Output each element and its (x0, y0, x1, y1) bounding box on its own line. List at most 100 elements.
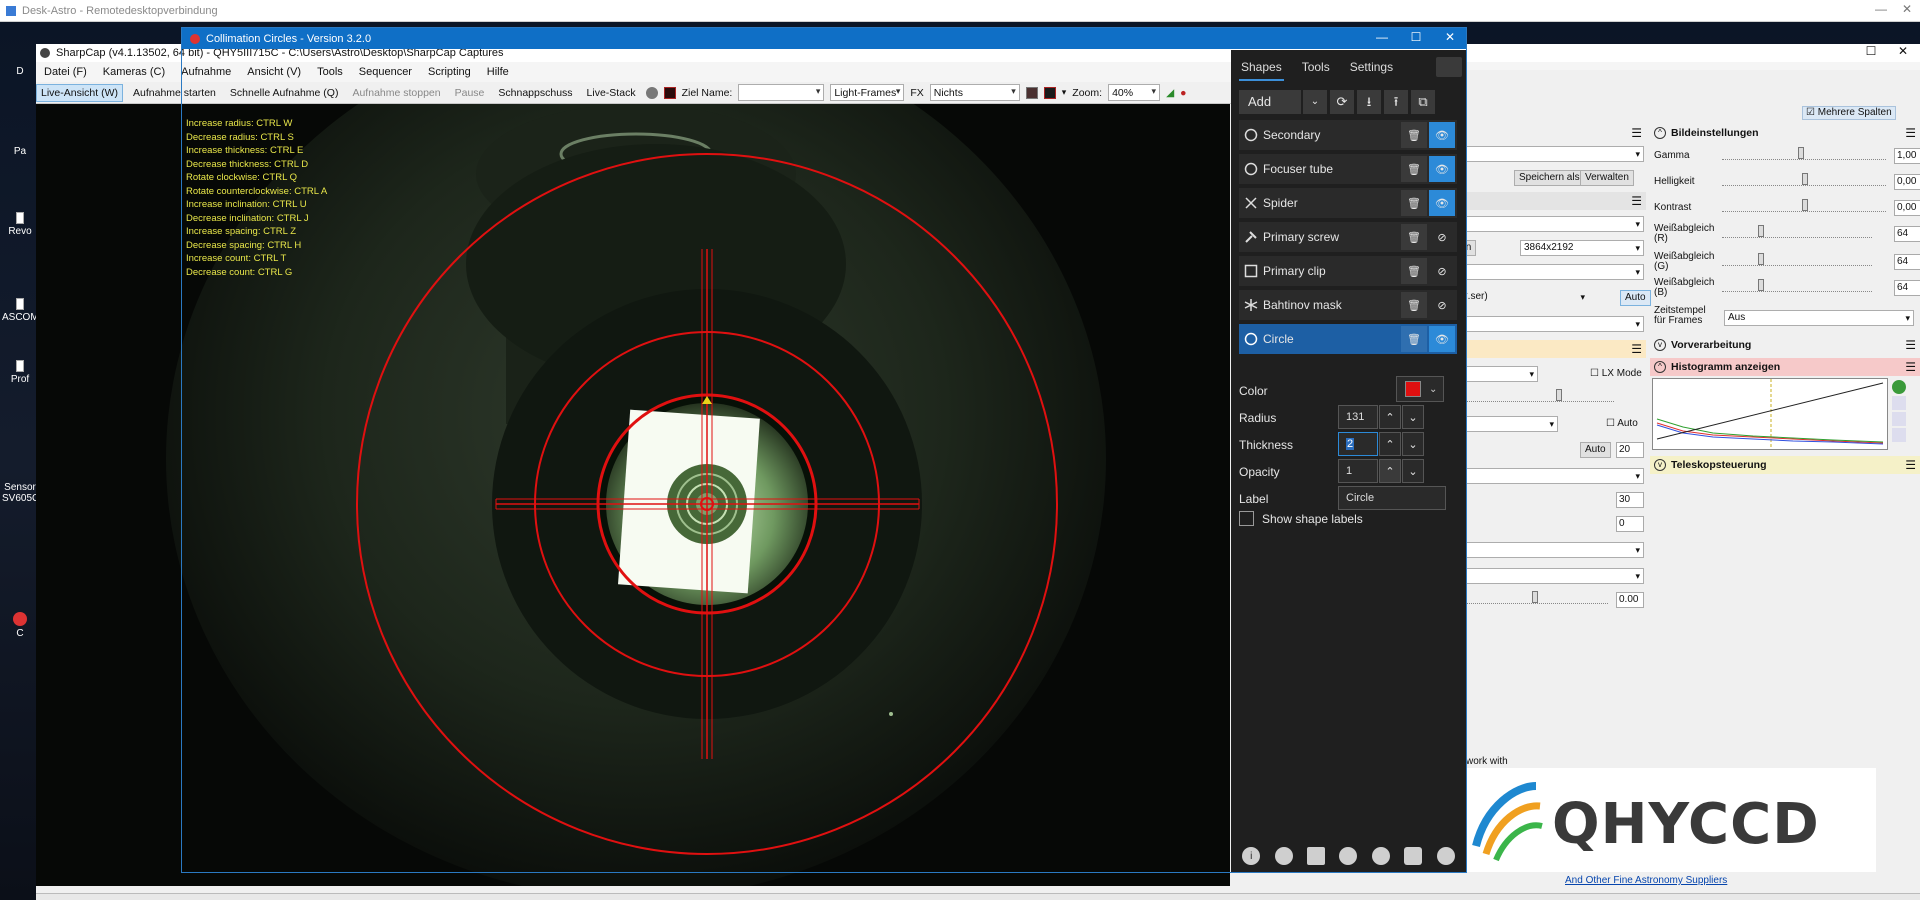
delete-icon[interactable]: 🗑 (1401, 156, 1427, 182)
preprocessing-header[interactable]: v Vorverarbeitung ☰ (1650, 336, 1920, 354)
chevron-down-icon[interactable]: ⌄ (1402, 405, 1424, 429)
eye-icon[interactable]: 👁 (1429, 156, 1455, 182)
gamma-slider[interactable] (1722, 147, 1886, 160)
desktop-icon-sensor[interactable]: Sensor SV605C (2, 482, 39, 504)
eye-off-icon[interactable]: ⊘ (1429, 292, 1455, 318)
shape-row-secondary[interactable]: Secondary 🗑 👁 (1239, 120, 1457, 150)
delete-icon[interactable]: 🗑 (1401, 292, 1427, 318)
desktop-icon-revo[interactable]: Revo (2, 212, 38, 237)
panel-toggle-button[interactable] (1436, 57, 1462, 77)
histogram-power-icon[interactable] (1892, 380, 1906, 394)
live-view-button[interactable]: Live-Ansicht (W) (36, 83, 124, 102)
collimation-maximize-button[interactable]: ☐ (1401, 30, 1431, 47)
add-shape-dropdown-icon[interactable]: ⌄ (1303, 90, 1327, 114)
chevron-down-icon[interactable]: ⌄ (1402, 432, 1424, 456)
copy-icon[interactable]: ⧉ (1411, 90, 1435, 114)
multi-columns-toggle[interactable]: ☑ Mehrere Spalten (1802, 106, 1896, 120)
histogram-save-icon[interactable] (1892, 428, 1906, 442)
menu-datei[interactable]: Datei (F) (36, 66, 95, 78)
eye-off-icon[interactable]: ⊘ (1429, 258, 1455, 284)
tab-shapes[interactable]: Shapes (1231, 50, 1292, 82)
histogram-header[interactable]: ^ Histogramm anzeigen ☰ (1650, 358, 1920, 376)
delete-icon[interactable]: 🗑 (1401, 326, 1427, 352)
chevron-up-icon[interactable]: ⌃ (1379, 432, 1401, 456)
eye-off-icon[interactable]: ⊘ (1429, 224, 1455, 250)
refresh-icon[interactable]: ⟳ (1330, 90, 1354, 114)
lx-mode-checkbox[interactable]: ☐ LX Mode (1590, 368, 1642, 379)
save-as-button[interactable]: Speichern als (1514, 170, 1585, 186)
image-settings-header[interactable]: ^ Bildeinstellungen ☰ (1650, 124, 1920, 142)
delete-icon[interactable]: 🗑 (1401, 258, 1427, 284)
rdp-minimize-button[interactable]: — (1868, 2, 1894, 18)
chevron-up-icon[interactable]: ⌃ (1379, 459, 1401, 483)
rdp-close-button[interactable]: ✕ (1894, 2, 1920, 18)
mail-icon[interactable] (1307, 847, 1326, 865)
timestamp-dropdown[interactable]: Aus (1724, 310, 1914, 326)
add-shape-button[interactable]: Add (1239, 90, 1301, 114)
contrast-value[interactable]: 0,00 (1894, 200, 1920, 216)
upload-icon[interactable]: ⭱ (1384, 90, 1408, 114)
shape-row-spider[interactable]: Spider 🗑 👁 (1239, 188, 1457, 218)
delete-icon[interactable]: 🗑 (1401, 190, 1427, 216)
thickness-input[interactable]: 2 (1338, 432, 1378, 456)
bug-icon[interactable] (1436, 847, 1455, 865)
desktop-icon-ascom[interactable]: ASCOM (2, 298, 39, 323)
palette-icon[interactable] (1274, 847, 1293, 865)
manage-button[interactable]: Verwalten (1580, 170, 1634, 186)
tab-settings[interactable]: Settings (1340, 50, 1403, 82)
eye-icon[interactable]: 👁 (1429, 122, 1455, 148)
wb-red-value[interactable]: 64 (1894, 226, 1920, 242)
histogram-chart[interactable] (1652, 378, 1888, 450)
auto-gain-button[interactable]: Auto (1580, 442, 1611, 458)
gamma-value[interactable]: 1,00 (1894, 148, 1920, 164)
telescope-header[interactable]: v Teleskopsteuerung ☰ (1650, 456, 1920, 474)
shape-row-circle[interactable]: Circle 🗑 👁 (1239, 324, 1457, 354)
desktop-icon-prof[interactable]: Prof (2, 360, 38, 385)
github-icon[interactable] (1339, 847, 1358, 865)
opacity-input[interactable]: 1 (1338, 459, 1378, 483)
temp-value[interactable]: 0 (1616, 516, 1644, 532)
gain-value[interactable]: 20 (1616, 442, 1644, 458)
shape-row-bahtinov-mask[interactable]: Bahtinov mask 🗑 ⊘ (1239, 290, 1457, 320)
histogram-reset-icon[interactable] (1892, 412, 1906, 426)
brightness-slider[interactable] (1722, 173, 1886, 186)
show-labels-row[interactable]: Show shape labels (1239, 511, 1363, 526)
wb-blue-value[interactable]: 64 (1894, 280, 1920, 296)
wb-red-slider[interactable] (1722, 225, 1872, 238)
download-icon[interactable]: ⭳ (1357, 90, 1381, 114)
resolution-dropdown[interactable]: 3864x2192 (1520, 240, 1644, 256)
sharpcap-maximize-button[interactable]: ☐ (1856, 44, 1886, 61)
contrast-slider[interactable] (1722, 199, 1886, 212)
wb-green-value[interactable]: 64 (1894, 254, 1920, 270)
collimation-minimize-button[interactable]: — (1367, 30, 1397, 47)
delete-icon[interactable]: 🗑 (1401, 224, 1427, 250)
delete-icon[interactable]: 🗑 (1401, 122, 1427, 148)
wb-blue-slider[interactable] (1722, 279, 1872, 292)
bottom-value[interactable]: 0.00 (1616, 592, 1644, 608)
youtube-icon[interactable] (1404, 847, 1423, 865)
sharpcap-close-button[interactable]: ✕ (1888, 44, 1918, 61)
histogram-stretch-icon[interactable] (1892, 396, 1906, 410)
eye-icon[interactable]: 👁 (1429, 190, 1455, 216)
chevron-up-icon[interactable]: ⌃ (1379, 405, 1401, 429)
desktop-icon-c[interactable]: C (2, 612, 38, 639)
color-picker[interactable]: ⌄ (1396, 376, 1444, 402)
info-icon[interactable]: i (1242, 847, 1261, 865)
radius-input[interactable]: 131 (1338, 405, 1378, 429)
wb-green-slider[interactable] (1722, 253, 1872, 266)
show-labels-checkbox[interactable] (1239, 511, 1254, 526)
twitter-icon[interactable] (1371, 847, 1390, 865)
shape-row-primary-screw[interactable]: Primary screw 🗑 ⊘ (1239, 222, 1457, 252)
tab-tools[interactable]: Tools (1292, 50, 1340, 82)
auto-button[interactable]: Auto (1620, 290, 1651, 306)
shape-row-primary-clip[interactable]: Primary clip 🗑 ⊘ (1239, 256, 1457, 286)
eye-icon[interactable]: 👁 (1429, 326, 1455, 352)
brightness-value[interactable]: 0,00 (1894, 174, 1920, 190)
desktop-icon-pa[interactable]: Pa (2, 146, 38, 157)
desktop-icon-d[interactable]: D (2, 66, 38, 77)
offset-value[interactable]: 30 (1616, 492, 1644, 508)
label-input[interactable]: Circle (1338, 486, 1446, 510)
auto-checkbox[interactable]: ☐ Auto (1606, 418, 1638, 429)
suppliers-link[interactable]: And Other Fine Astronomy Suppliers (1565, 875, 1727, 886)
menu-kameras[interactable]: Kameras (C) (95, 66, 173, 78)
